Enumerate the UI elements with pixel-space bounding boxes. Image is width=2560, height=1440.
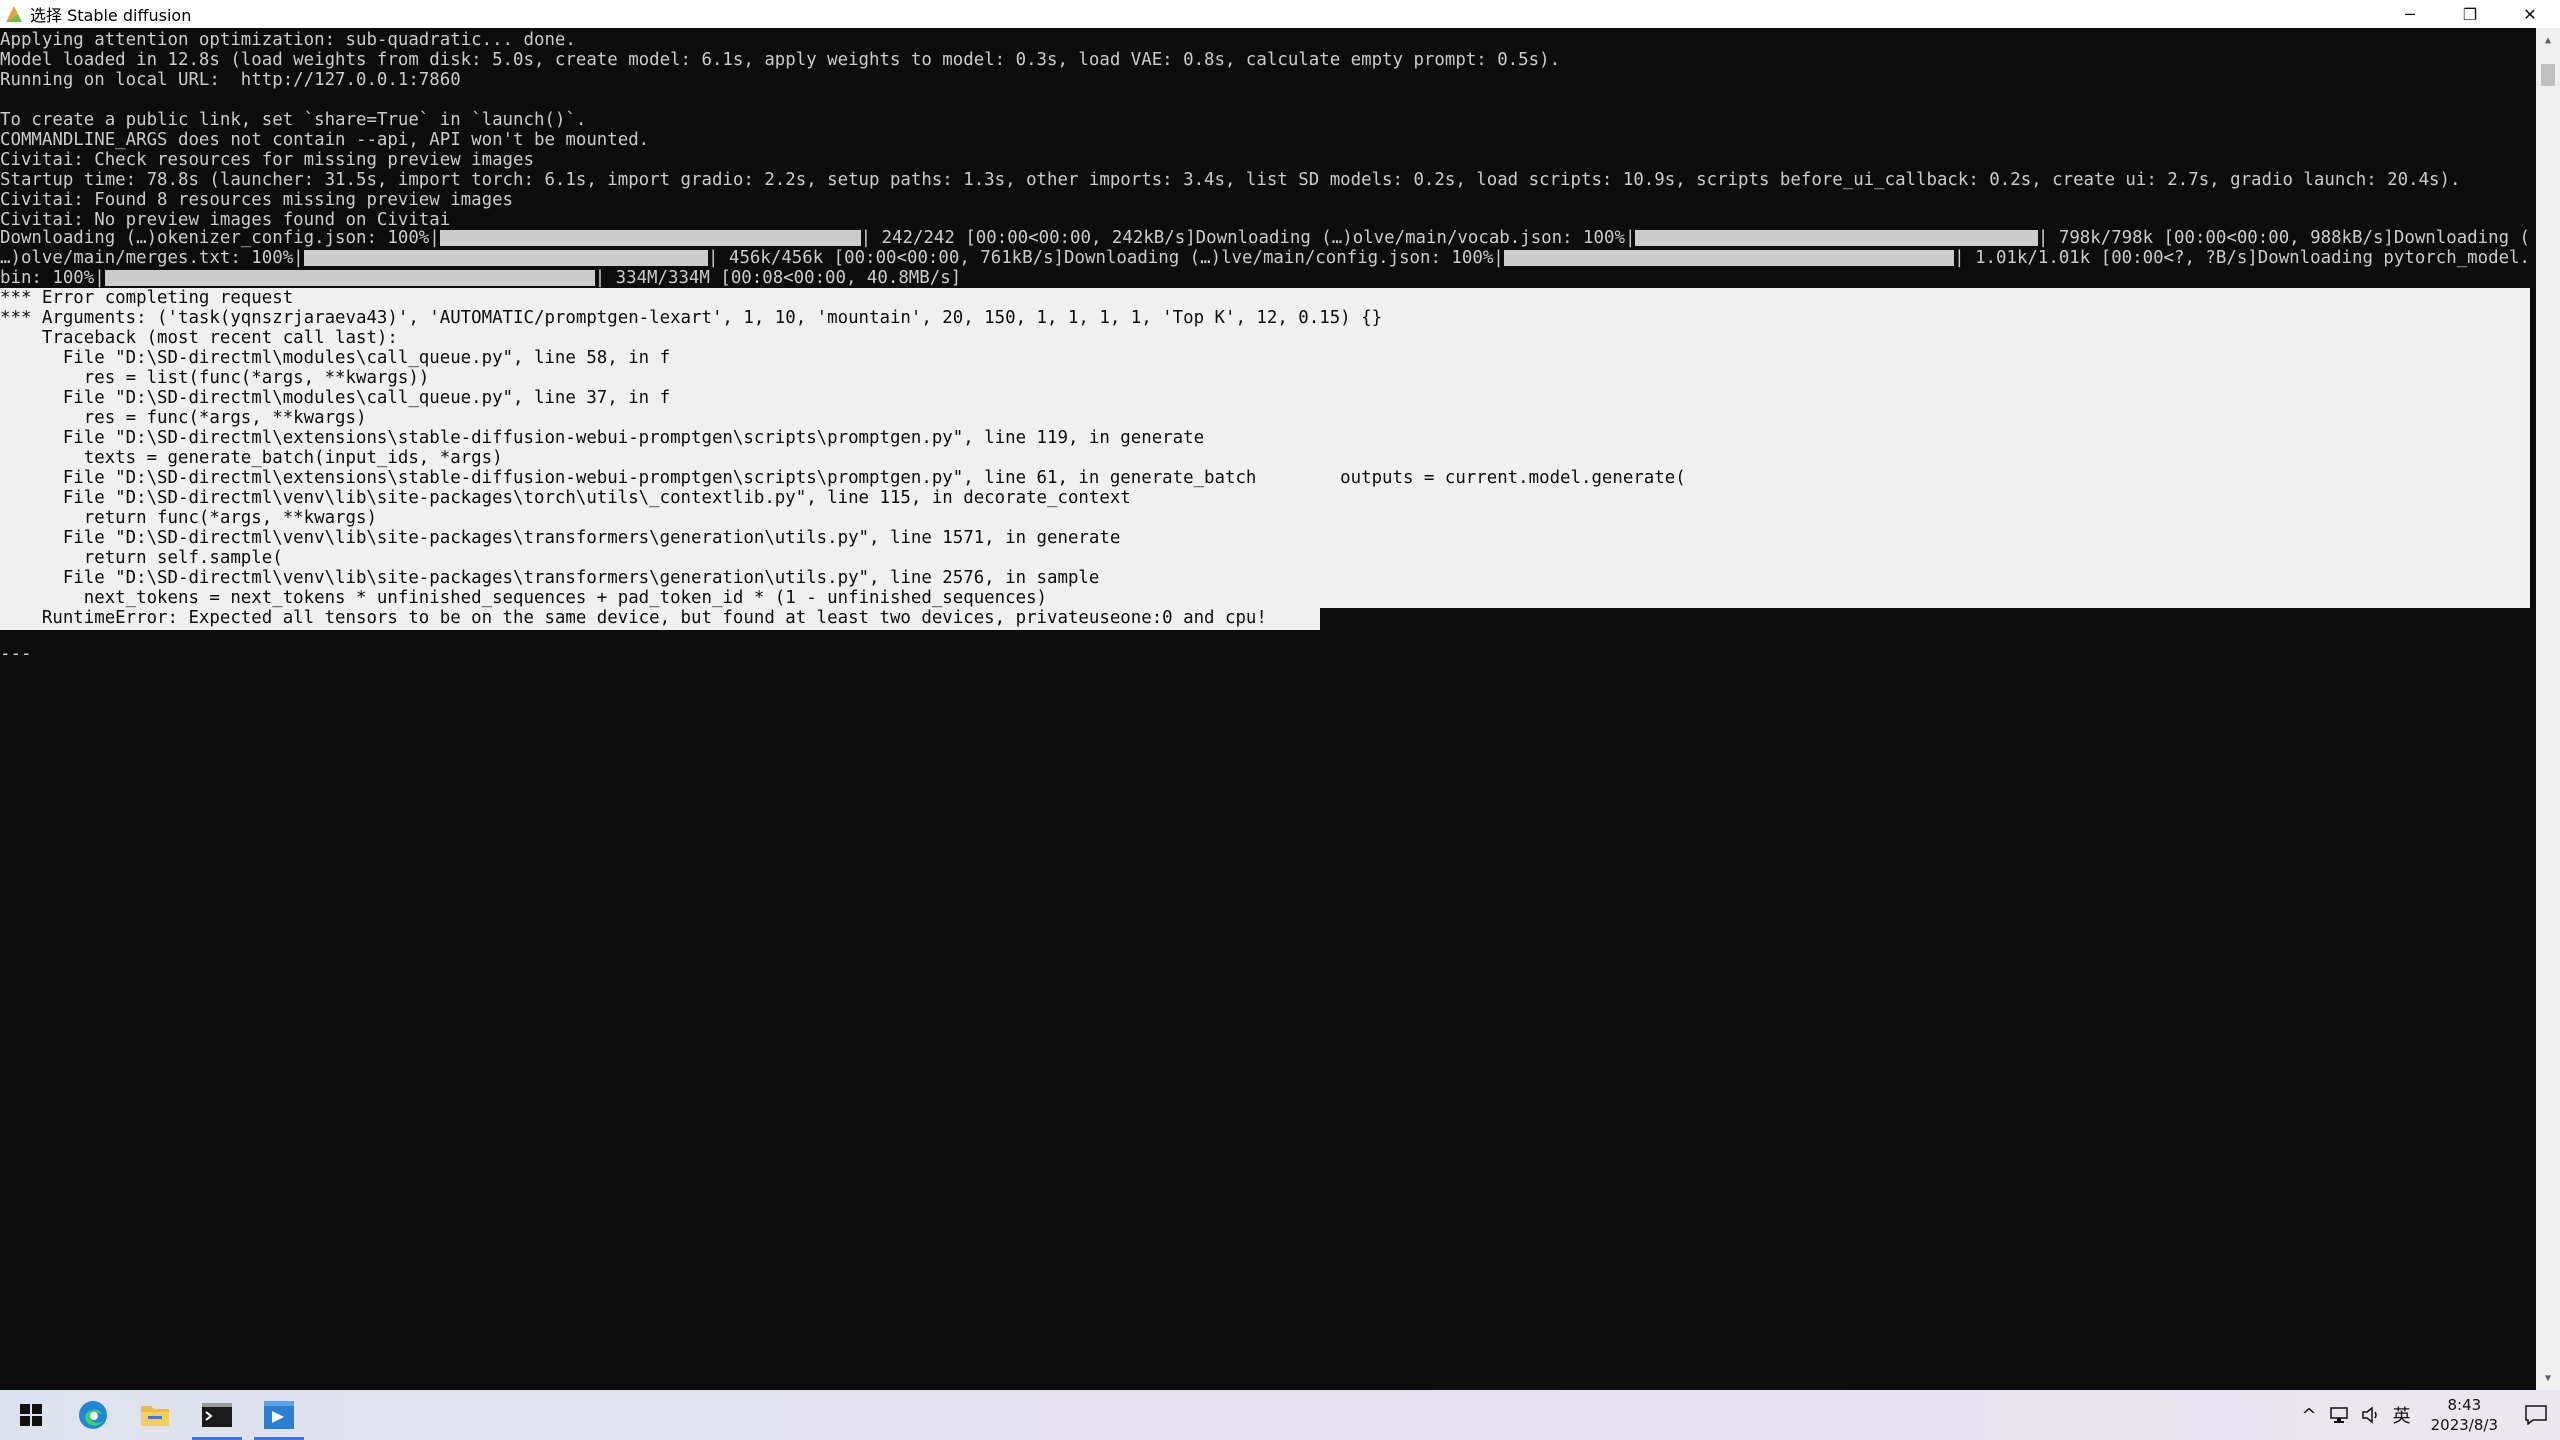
error-line: File "D:\SD-directml\modules\call_queue.… xyxy=(0,388,671,408)
download-text: bin: 100%| xyxy=(0,268,105,288)
volume-button[interactable] xyxy=(2355,1406,2387,1424)
close-button[interactable]: ✕ xyxy=(2500,0,2560,28)
taskbar: ^ 英 8:43 2023/8/3 xyxy=(0,1390,2560,1440)
console-output[interactable]: Applying attention optimization: sub-qua… xyxy=(0,30,2536,1388)
startup-log: Applying attention optimization: sub-qua… xyxy=(0,30,2536,230)
network-icon xyxy=(2329,1407,2348,1423)
error-line: File "D:\SD-directml\venv\lib\site-packa… xyxy=(0,528,1121,548)
download-row: Downloading (…)okenizer_config.json: 100… xyxy=(0,228,2530,248)
progress-bar xyxy=(104,270,595,286)
progress-bar xyxy=(303,250,709,266)
terminal-icon xyxy=(202,1403,232,1427)
error-line: Traceback (most recent call last): xyxy=(0,328,398,348)
clock-date: 2023/8/3 xyxy=(2430,1416,2498,1434)
start-button[interactable] xyxy=(0,1390,62,1440)
download-row: bin: 100%| | 334M/334M [00:08<00:00, 40.8… xyxy=(0,268,2530,288)
taskbar-edge[interactable] xyxy=(62,1390,124,1440)
window-title: 选择 Stable diffusion xyxy=(30,6,192,25)
download-text: | 334M/334M [00:08<00:00, 40.8MB/s] xyxy=(594,268,962,288)
scroll-up-icon[interactable]: ▲ xyxy=(2536,28,2560,52)
clock-time: 8:43 xyxy=(2447,1396,2482,1414)
ime-indicator: 英 xyxy=(2392,1406,2411,1427)
download-text: | 798k/798k [00:00<00:00, 988kB/s]Downlo… xyxy=(2037,228,2530,248)
download-text: Downloading (…)okenizer_config.json: 100… xyxy=(0,228,440,248)
stable-diffusion-icon xyxy=(264,1401,294,1429)
error-line: res = list(func(*args, **kwargs)) xyxy=(0,368,430,388)
download-row: …)olve/main/merges.txt: 100%| | 456k/456k… xyxy=(0,248,2530,268)
log-line: Applying attention optimization: sub-qua… xyxy=(0,30,576,50)
error-line: RuntimeError: Expected all tensors to be… xyxy=(0,608,1267,628)
chevron-up-icon: ^ xyxy=(2301,1404,2317,1426)
vertical-scrollbar[interactable]: ▲ ▼ xyxy=(2536,28,2560,1390)
log-line: Startup time: 78.8s (launcher: 31.5s, im… xyxy=(0,170,2461,190)
error-line: texts = generate_batch(input_ids, *args) xyxy=(0,448,503,468)
windows-start-icon xyxy=(20,1404,42,1426)
separator-line: --- xyxy=(0,644,32,664)
download-text: | 456k/456k [00:00<00:00, 761kB/s]Downlo… xyxy=(708,248,1504,268)
log-line: Civitai: Found 8 resources missing previ… xyxy=(0,190,514,210)
minimize-button[interactable]: ─ xyxy=(2380,0,2440,28)
progress-bar xyxy=(1503,250,1955,266)
log-line: Model loaded in 12.8s (load weights from… xyxy=(0,50,1561,70)
notification-icon xyxy=(2525,1405,2547,1425)
log-line: Civitai: No preview images found on Civi… xyxy=(0,210,451,230)
error-line: File "D:\SD-directml\venv\lib\site-packa… xyxy=(0,488,1131,508)
edge-icon xyxy=(79,1401,107,1429)
error-line: File "D:\SD-directml\venv\lib\site-packa… xyxy=(0,568,1100,588)
scrollbar-thumb[interactable] xyxy=(2541,64,2555,86)
error-line: *** Error completing request xyxy=(0,288,294,308)
error-line: *** Arguments: ('task(yqnszrjaraeva43)',… xyxy=(0,308,1383,328)
log-line: Civitai: Check resources for missing pre… xyxy=(0,150,534,170)
clock[interactable]: 8:43 2023/8/3 xyxy=(2417,1395,2512,1435)
taskbar-stable-diffusion[interactable] xyxy=(248,1390,310,1440)
network-button[interactable] xyxy=(2323,1406,2355,1424)
show-hidden-icons-button[interactable]: ^ xyxy=(2296,1405,2323,1426)
download-text: | 242/242 [00:00<00:00, 242kB/s]Download… xyxy=(860,228,1636,248)
stable-diffusion-app-icon xyxy=(6,6,22,22)
error-line: File "D:\SD-directml\extensions\stable-d… xyxy=(0,428,1205,448)
speaker-icon xyxy=(2361,1406,2377,1424)
download-text: …)olve/main/merges.txt: 100%| xyxy=(0,248,304,268)
download-progress-log: Downloading (…)okenizer_config.json: 100… xyxy=(0,228,2530,288)
error-line: File "D:\SD-directml\extensions\stable-d… xyxy=(0,468,1686,488)
taskbar-file-explorer[interactable] xyxy=(124,1390,186,1440)
notification-center-button[interactable] xyxy=(2512,1390,2560,1440)
progress-bar xyxy=(1635,230,2038,246)
window-title-bar[interactable]: 选择 Stable diffusion ─ ❐ ✕ xyxy=(0,0,2560,28)
taskbar-terminal[interactable] xyxy=(186,1390,248,1440)
error-traceback: *** Error completing request *** Argumen… xyxy=(0,288,1686,628)
folder-icon xyxy=(141,1406,169,1426)
error-line: res = func(*args, **kwargs) xyxy=(0,408,367,428)
error-line: return self.sample( xyxy=(0,548,283,568)
error-line: File "D:\SD-directml\modules\call_queue.… xyxy=(0,348,671,368)
minimize-icon: ─ xyxy=(2405,4,2415,24)
restore-icon: ❐ xyxy=(2462,4,2478,24)
download-text: | 1.01k/1.01k [00:00<?, ?B/s]Downloading… xyxy=(1954,248,2530,268)
close-icon: ✕ xyxy=(2523,4,2537,24)
system-tray: ^ 英 8:43 2023/8/3 xyxy=(2296,1390,2560,1440)
log-line: Running on local URL: http://127.0.0.1:7… xyxy=(0,70,461,90)
progress-bar xyxy=(439,230,861,246)
log-line: To create a public link, set `share=True… xyxy=(0,110,587,130)
error-line: next_tokens = next_tokens * unfinished_s… xyxy=(0,588,1048,608)
input-method-button[interactable]: 英 xyxy=(2387,1402,2417,1428)
maximize-button[interactable]: ❐ xyxy=(2440,0,2500,28)
error-line: return func(*args, **kwargs) xyxy=(0,508,377,528)
scroll-down-icon[interactable]: ▼ xyxy=(2536,1366,2560,1390)
log-line: COMMANDLINE_ARGS does not contain --api,… xyxy=(0,130,650,150)
